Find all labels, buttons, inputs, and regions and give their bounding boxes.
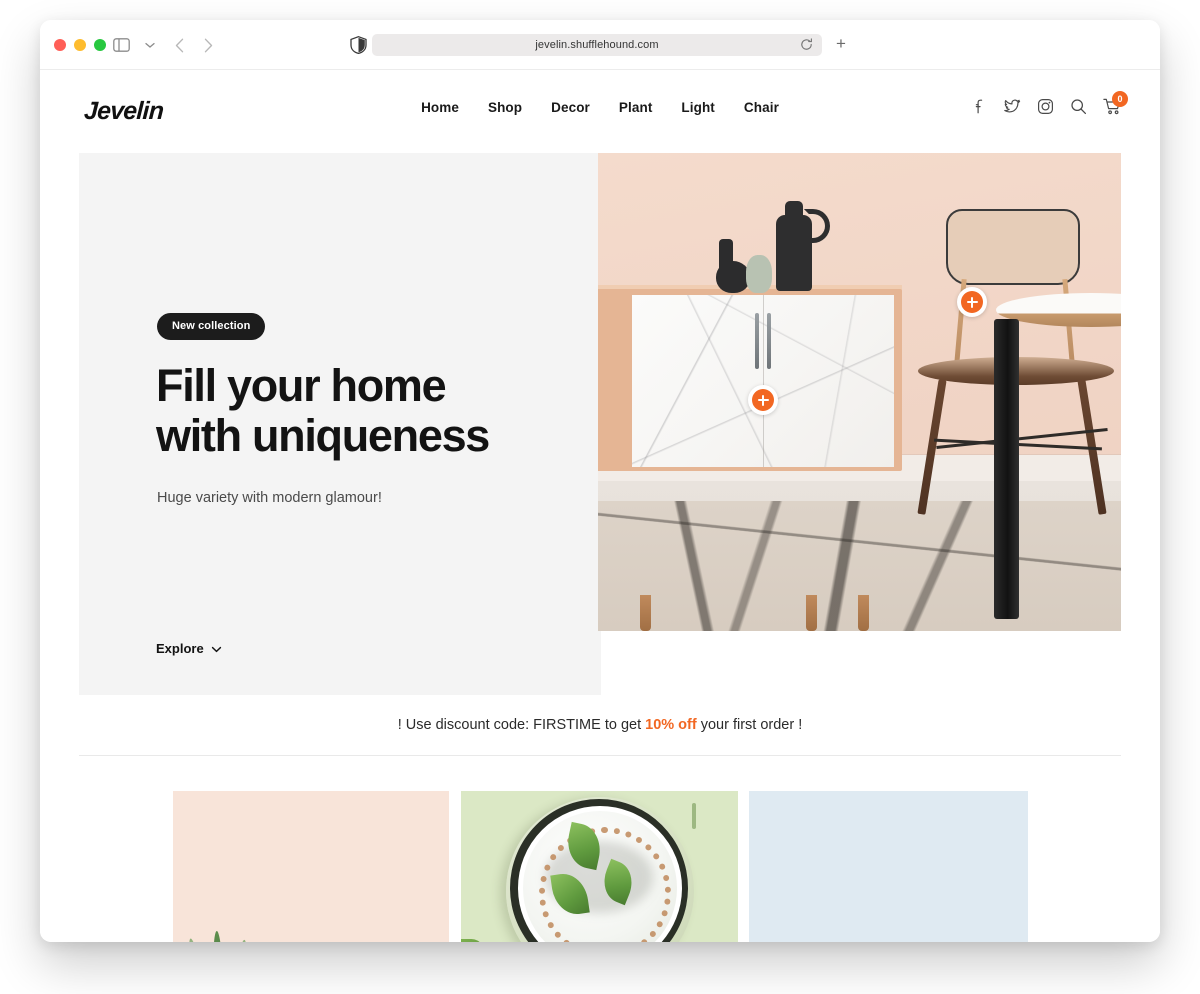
- explore-button[interactable]: Explore: [156, 641, 222, 656]
- page-viewport: Jevelin Home Shop Decor Plant Light Chai…: [40, 70, 1160, 942]
- decorative-plate: [505, 797, 694, 942]
- nav-item-chair[interactable]: Chair: [744, 100, 779, 115]
- hotspot-plus-icon: [961, 291, 983, 313]
- category-cards: [40, 791, 1160, 942]
- promo-suffix: your first order !: [696, 717, 803, 733]
- browser-titlebar: jevelin.shufflehound.com +: [40, 20, 1160, 70]
- chair-backrest: [946, 209, 1080, 285]
- section-divider: [79, 755, 1121, 756]
- black-pitcher: [776, 201, 812, 291]
- promo-banner: ! Use discount code: FIRSTIME to get 10%…: [40, 695, 1160, 756]
- nav-item-decor[interactable]: Decor: [551, 100, 590, 115]
- browser-nav-controls: [108, 33, 221, 57]
- zoom-window-button[interactable]: [94, 39, 106, 51]
- url-text: jevelin.shufflehound.com: [535, 39, 659, 51]
- minimize-window-button[interactable]: [74, 39, 86, 51]
- search-icon[interactable]: [1070, 98, 1087, 115]
- forward-arrow-icon[interactable]: [195, 33, 221, 57]
- chevron-down-icon: [211, 643, 222, 654]
- hotspot-plus-icon: [752, 389, 774, 411]
- reload-icon[interactable]: [800, 38, 813, 51]
- promo-prefix: ! Use discount code: FIRSTIME to get: [397, 717, 646, 733]
- stem-decoration: [692, 803, 696, 829]
- site-header: Jevelin Home Shop Decor Plant Light Chai…: [40, 70, 1160, 153]
- facebook-icon[interactable]: [971, 98, 988, 115]
- hero-title: Fill your home with uniqueness: [156, 361, 586, 461]
- hero-image: [598, 153, 1121, 631]
- hero-subtitle: Huge variety with modern glamour!: [157, 490, 382, 506]
- sidebar-icon[interactable]: [108, 33, 134, 57]
- address-bar[interactable]: jevelin.shufflehound.com: [372, 34, 822, 56]
- close-window-button[interactable]: [54, 39, 66, 51]
- table-leg: [994, 319, 1019, 619]
- twitter-icon[interactable]: [1004, 98, 1021, 115]
- promo-text: ! Use discount code: FIRSTIME to get 10%…: [398, 717, 803, 733]
- cart-button[interactable]: 0: [1103, 91, 1128, 115]
- hero-title-line1: Fill your home: [156, 360, 447, 411]
- privacy-shield-icon[interactable]: [350, 36, 367, 55]
- nav-item-light[interactable]: Light: [681, 100, 715, 115]
- back-arrow-icon[interactable]: [166, 33, 192, 57]
- window-controls: [54, 39, 106, 51]
- explore-label: Explore: [156, 641, 204, 656]
- site-logo[interactable]: Jevelin: [83, 97, 164, 126]
- nav-item-home[interactable]: Home: [421, 100, 459, 115]
- nav-item-shop[interactable]: Shop: [488, 100, 522, 115]
- nav-item-plant[interactable]: Plant: [619, 100, 653, 115]
- header-icon-group: 0: [971, 91, 1128, 115]
- promo-highlight: 10% off: [645, 717, 697, 733]
- main-navigation: Home Shop Decor Plant Light Chair: [421, 100, 779, 115]
- sage-vase: [746, 255, 772, 293]
- sideboard-leg: [858, 595, 869, 631]
- instagram-icon[interactable]: [1037, 98, 1054, 115]
- card-blue[interactable]: [749, 791, 1028, 942]
- new-tab-button[interactable]: +: [836, 35, 846, 52]
- plant-decoration: [183, 929, 293, 942]
- hotspot-chair[interactable]: [957, 287, 987, 317]
- sideboard-leg: [806, 595, 817, 631]
- corner-leaf: [461, 939, 487, 942]
- interior-scene: [598, 153, 1121, 631]
- black-round-vase: [716, 261, 750, 293]
- card-peach[interactable]: [173, 791, 449, 942]
- hero-section: New collection Fill your home with uniqu…: [40, 153, 1160, 695]
- sideboard-marble-doors: [632, 295, 894, 467]
- cabinet-handles: [750, 313, 776, 369]
- hero-title-line2: with uniqueness: [156, 409, 490, 461]
- browser-window: jevelin.shufflehound.com + Jevelin Home …: [40, 20, 1160, 942]
- chevron-down-icon[interactable]: [137, 33, 163, 57]
- new-collection-badge: New collection: [157, 313, 266, 340]
- cart-count-badge: 0: [1112, 91, 1128, 107]
- hotspot-cabinet[interactable]: [748, 385, 778, 415]
- sideboard-leg: [640, 595, 651, 631]
- card-green[interactable]: [461, 791, 738, 942]
